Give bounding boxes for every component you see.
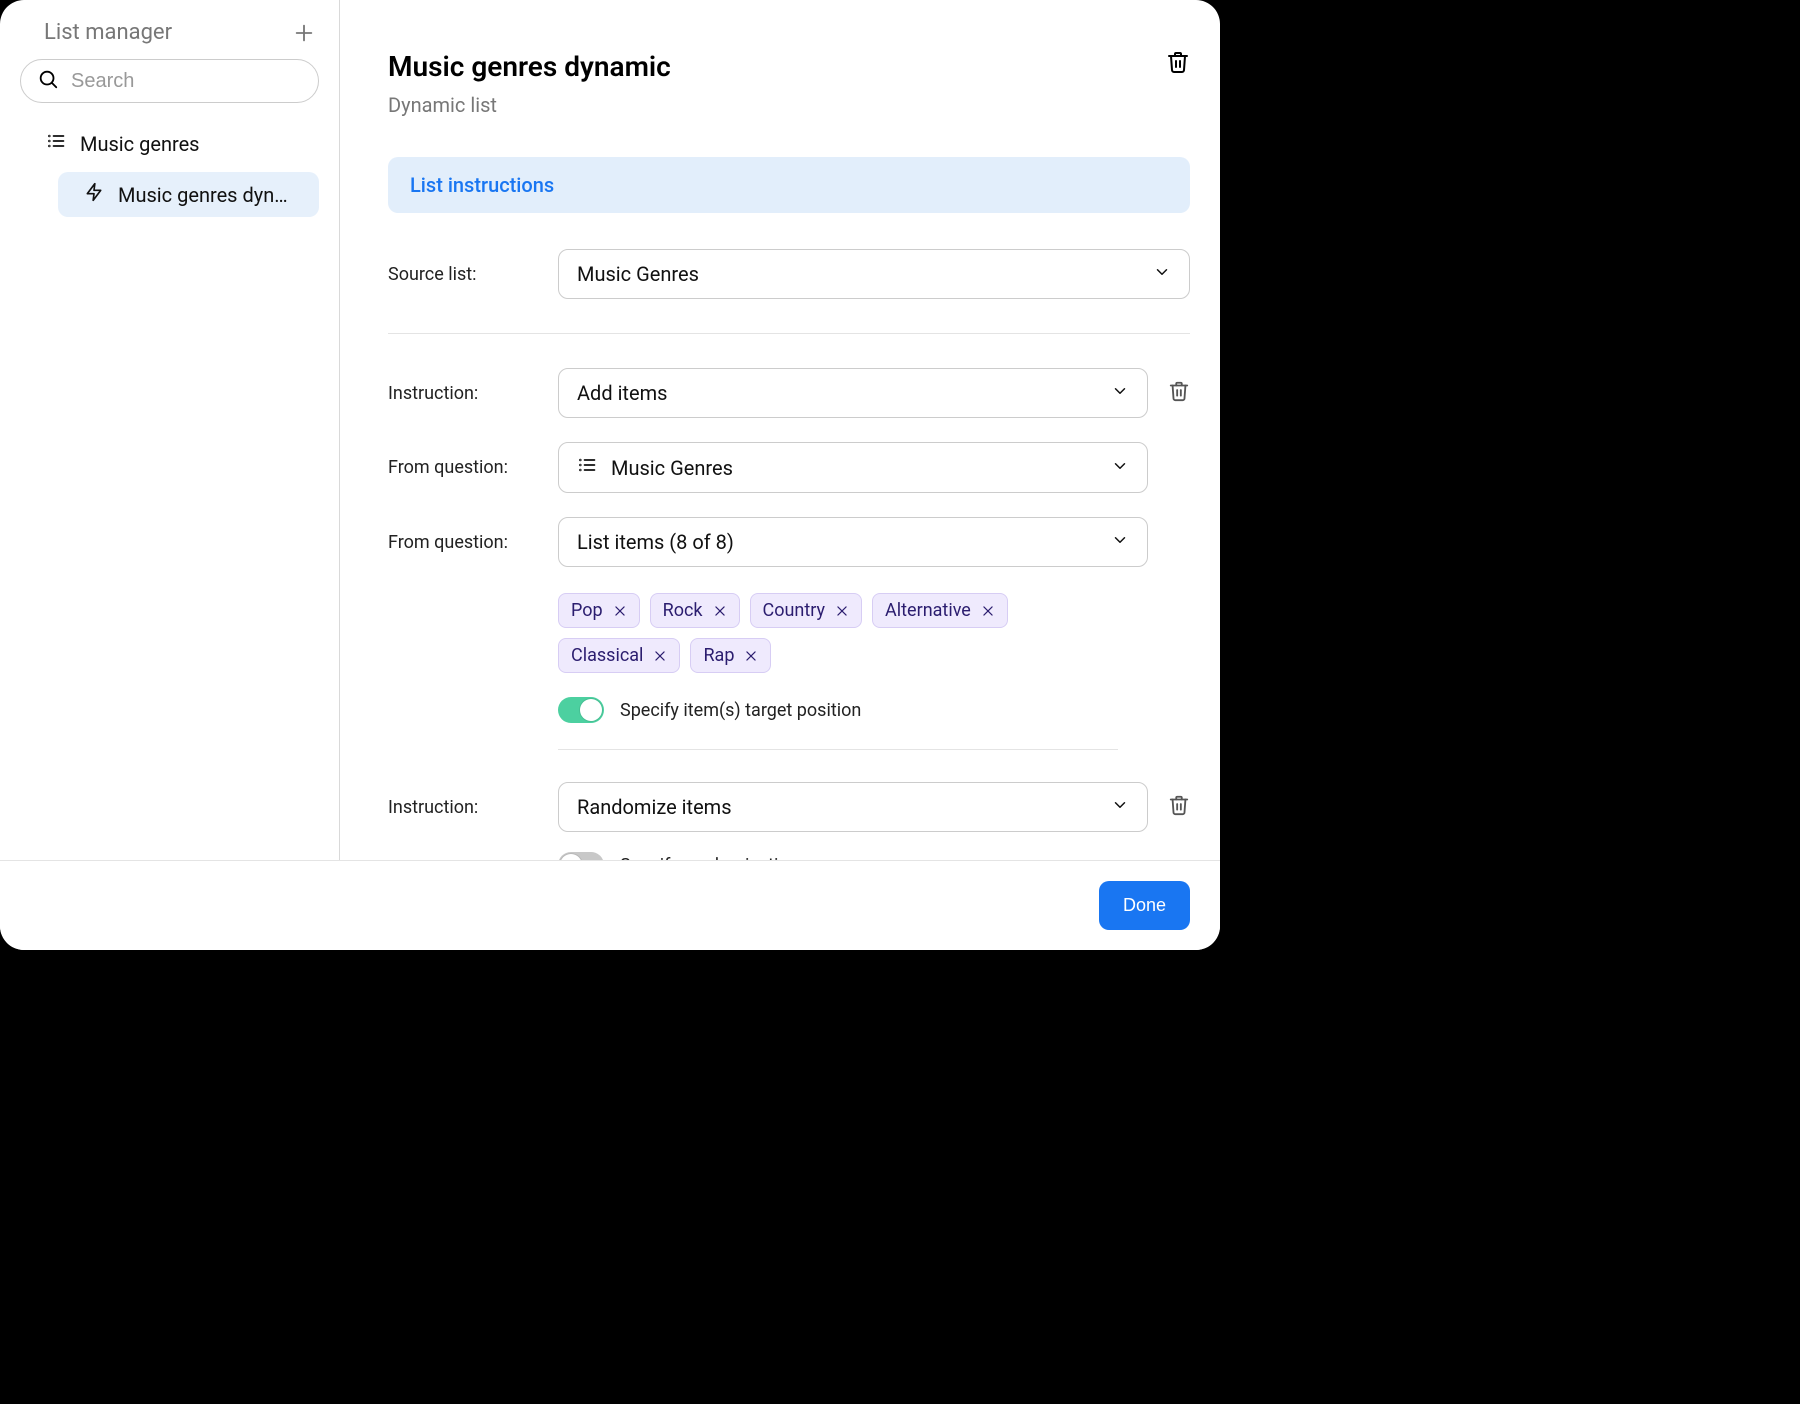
chip-label: Country: [763, 600, 826, 621]
chip-label: Rock: [663, 600, 703, 621]
list-item-music-genres-dynamic[interactable]: Music genres dyn…: [58, 172, 319, 217]
specify-target-position-label: Specify item(s) target position: [620, 700, 861, 721]
specify-target-position-toggle[interactable]: [558, 697, 604, 723]
chevron-down-icon: [1111, 456, 1129, 480]
bolt-icon: [84, 182, 104, 207]
list-item-label: Music genres: [80, 132, 200, 156]
remove-chip-button[interactable]: [744, 649, 758, 663]
chevron-down-icon: [1111, 530, 1129, 554]
chip-rap: Rap: [690, 638, 771, 673]
main-panel: Music genres dynamic Dynamic list List i…: [340, 0, 1220, 860]
list-item-music-genres[interactable]: Music genres: [20, 121, 319, 166]
instruction2-action-value: Randomize items: [577, 795, 732, 819]
chip-classical: Classical: [558, 638, 680, 673]
remove-chip-button[interactable]: [613, 604, 627, 618]
label-source-list: Source list:: [388, 264, 528, 285]
list-tree: Music genres Music genres dyn…: [20, 117, 319, 217]
chevron-down-icon: [1153, 262, 1171, 286]
page-title: Music genres dynamic: [388, 50, 671, 83]
from-question-value: Music Genres: [611, 456, 733, 480]
list-items-select[interactable]: List items (8 of 8): [558, 517, 1148, 567]
label-from-question: From question:: [388, 532, 528, 553]
instruction1-action-value: Add items: [577, 381, 667, 405]
divider: [388, 333, 1190, 334]
source-list-select[interactable]: Music Genres: [558, 249, 1190, 299]
search-icon: [37, 68, 59, 94]
chip-label: Classical: [571, 645, 643, 666]
remove-chip-button[interactable]: [653, 649, 667, 663]
list-icon: [577, 455, 597, 480]
chip-label: Alternative: [885, 600, 971, 621]
chip-alternative: Alternative: [872, 593, 1008, 628]
list-icon: [46, 131, 66, 156]
sidebar-title: List manager: [44, 20, 172, 45]
remove-chip-button[interactable]: [713, 604, 727, 618]
footer: Done: [0, 860, 1220, 950]
chips-container: Pop Rock Country Alternative Classical Rap: [558, 593, 1118, 673]
chip-label: Rap: [703, 645, 734, 666]
instruction2-action-select[interactable]: Randomize items: [558, 782, 1148, 832]
chip-rock: Rock: [650, 593, 740, 628]
done-button[interactable]: Done: [1099, 881, 1190, 930]
label-from-question: From question:: [388, 457, 528, 478]
list-instructions-heading: List instructions: [388, 157, 1190, 213]
delete-list-button[interactable]: [1166, 50, 1190, 74]
list-items-value: List items (8 of 8): [577, 530, 734, 554]
label-instruction: Instruction:: [388, 797, 528, 818]
list-item-label: Music genres dyn…: [118, 183, 288, 207]
remove-chip-button[interactable]: [835, 604, 849, 618]
instruction1-action-select[interactable]: Add items: [558, 368, 1148, 418]
from-question-select[interactable]: Music Genres: [558, 442, 1148, 493]
page-subtitle: Dynamic list: [388, 93, 671, 117]
sidebar: List manager Music genres: [0, 0, 340, 860]
chip-country: Country: [750, 593, 863, 628]
delete-instruction2-button[interactable]: [1168, 794, 1190, 820]
delete-instruction1-button[interactable]: [1168, 380, 1190, 406]
chip-pop: Pop: [558, 593, 640, 628]
source-list-value: Music Genres: [577, 262, 699, 286]
divider: [558, 749, 1118, 750]
chip-label: Pop: [571, 600, 603, 621]
chevron-down-icon: [1111, 795, 1129, 819]
search-input[interactable]: [69, 69, 338, 94]
search-input-wrap[interactable]: [20, 59, 319, 103]
add-list-button[interactable]: [293, 22, 315, 44]
label-instruction: Instruction:: [388, 383, 528, 404]
specify-randomization-range-toggle[interactable]: [558, 852, 604, 860]
remove-chip-button[interactable]: [981, 604, 995, 618]
chevron-down-icon: [1111, 381, 1129, 405]
